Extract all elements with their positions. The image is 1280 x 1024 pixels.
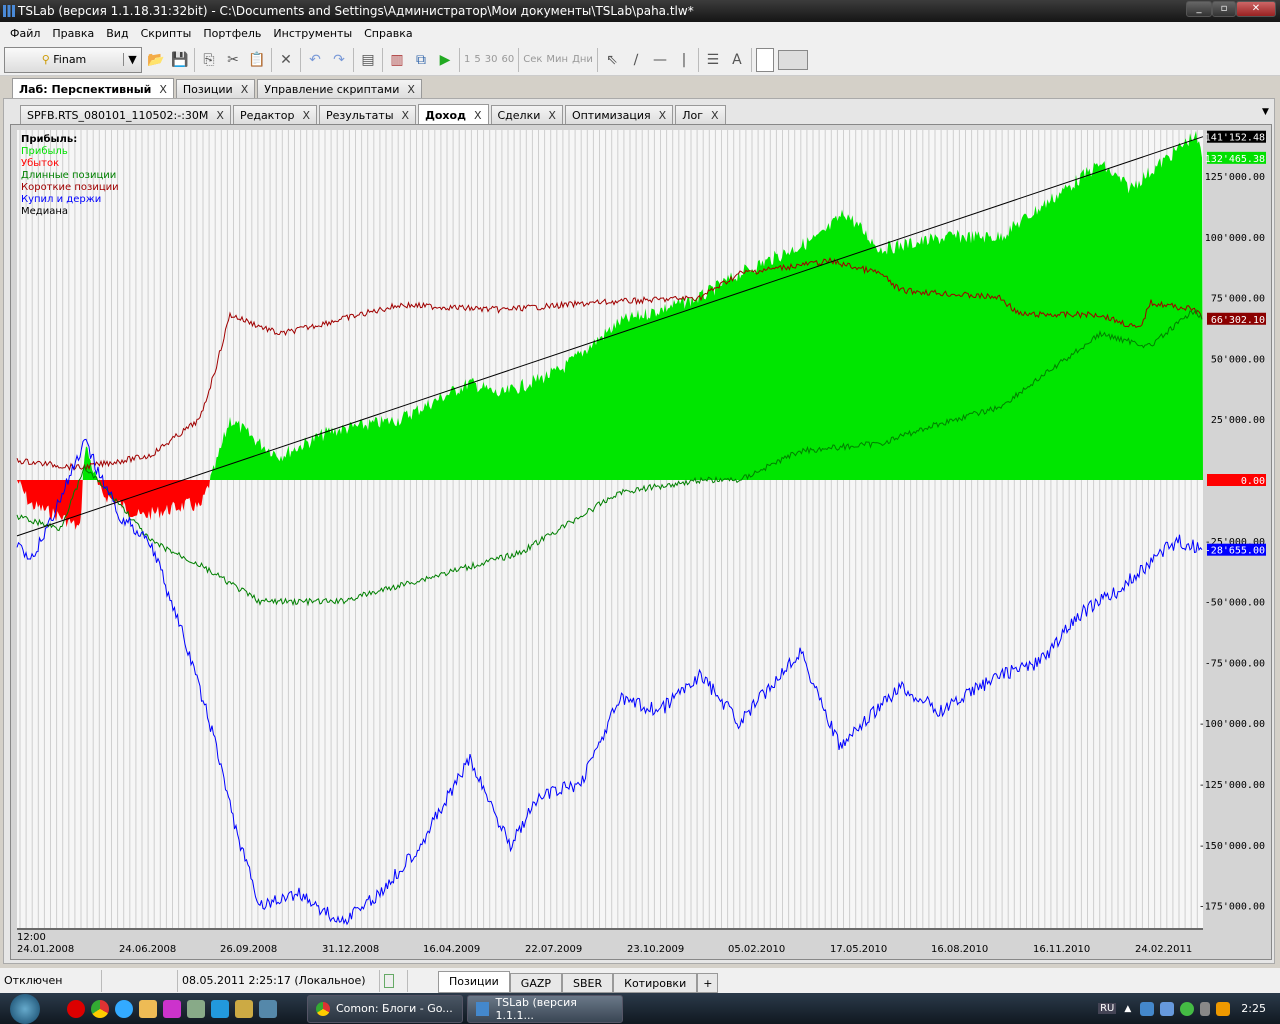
x-tick-label: 16.11.2010 [1033, 944, 1090, 955]
x-tick-label: 26.09.2008 [220, 944, 277, 955]
y-tick-label: -175'000.00 [1199, 902, 1265, 913]
y-tick-label: 75'000.00 [1211, 294, 1265, 305]
last-value-label: 132'465.38 [1205, 154, 1265, 165]
x-tick-label: 16.04.2009 [423, 944, 480, 955]
legend-profit: Прибыль [21, 146, 68, 157]
x-tick-sublabel: 12:00 [17, 932, 46, 943]
y-tick-label: 100'000.00 [1205, 233, 1265, 244]
legend-buy-hold: Купил и держи [21, 194, 102, 205]
y-tick-label: -75'000.00 [1205, 658, 1265, 669]
y-tick-label: 50'000.00 [1211, 354, 1265, 365]
x-tick-label: 24.01.2008 [17, 944, 74, 955]
last-value-label: 0.00 [1241, 476, 1265, 487]
legend-short: Короткие позиции [21, 182, 119, 193]
last-value-label: 66'302.10 [1211, 315, 1265, 326]
legend-median: Медиана [21, 206, 68, 217]
x-tick-label: 16.08.2010 [931, 944, 988, 955]
x-tick-label: 05.02.2010 [728, 944, 785, 955]
legend-loss: Убыток [21, 158, 60, 169]
x-tick-label: 17.05.2010 [830, 944, 887, 955]
x-tick-label: 31.12.2008 [322, 944, 379, 955]
y-tick-label: -150'000.00 [1199, 841, 1265, 852]
legend-title: Прибыль: [21, 134, 78, 145]
chart-legend: Прибыль: Прибыль Убыток Длинные позиции … [21, 134, 119, 218]
last-value-label: -28'655.00 [1205, 546, 1265, 557]
y-tick-label: 125'000.00 [1205, 172, 1265, 183]
x-tick-label: 22.07.2009 [525, 944, 582, 955]
legend-long: Длинные позиции [21, 170, 117, 181]
x-tick-label: 24.06.2008 [119, 944, 176, 955]
x-tick-label: 23.10.2009 [627, 944, 684, 955]
income-chart[interactable]: 125'000.00 100'000.00 75'000.00 50'000.00 25… [0, 0, 1280, 1024]
y-tick-label: -100'000.00 [1199, 719, 1265, 730]
y-tick-label: 25'000.00 [1211, 415, 1265, 426]
y-tick-label: -125'000.00 [1199, 780, 1265, 791]
last-value-label: 141'152.48 [1205, 133, 1265, 144]
x-tick-label: 24.02.2011 [1135, 944, 1192, 955]
y-tick-label: -50'000.00 [1205, 598, 1265, 609]
